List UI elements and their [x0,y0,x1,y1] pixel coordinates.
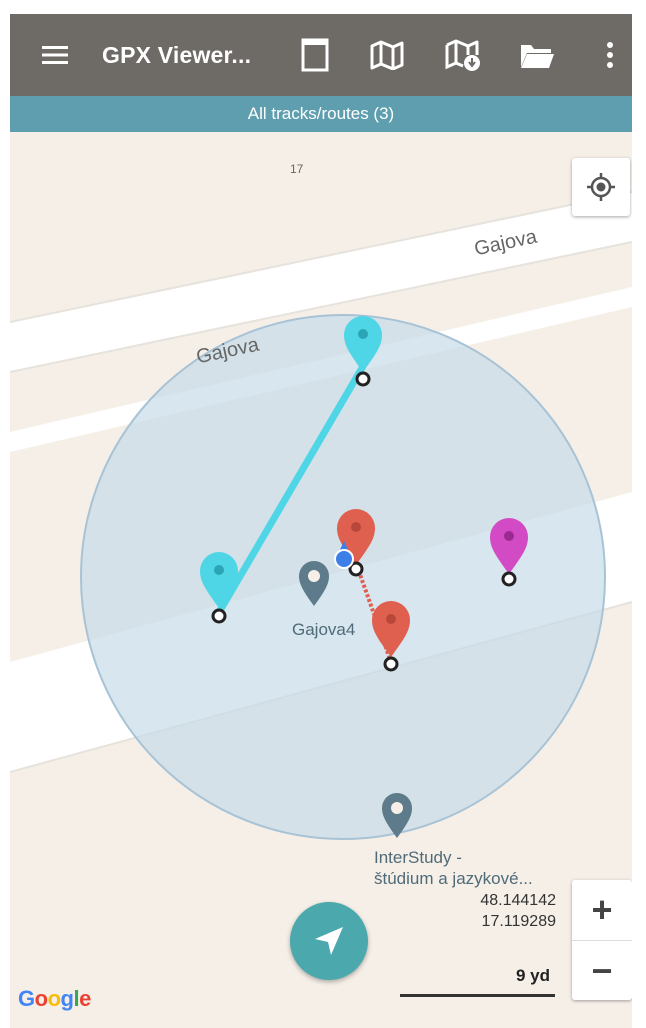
track-marker-red-end[interactable] [372,601,410,672]
app-title: GPX Viewer... [102,42,252,68]
more-vert-icon[interactable] [590,14,630,96]
scale-bar [400,994,555,997]
track-marker-cyan-end[interactable] [344,316,382,387]
folder-icon[interactable] [512,14,562,96]
navigation-arrow-icon [315,927,343,955]
longitude: 17.119289 [481,913,556,930]
poi-label-gajova4: Gajova4 [292,620,356,639]
track-marker-cyan-start[interactable] [200,552,238,624]
latitude: 48.144142 [480,892,556,909]
navigate-button[interactable] [290,902,368,980]
menu-icon[interactable] [30,14,80,96]
tile-label: 17 [290,162,304,176]
offline-map-icon[interactable] [438,14,488,96]
my-location-button[interactable] [572,158,630,216]
poi-marker-gajova4[interactable] [299,561,329,606]
scale-label: 9 yd [516,966,551,985]
zoom-controls: + − [572,880,632,1000]
poi-label-interstudy: InterStudy - štúdium a jazykové... [374,848,533,888]
app-frame: GPX Viewer... All tracks/routes (3) 17 G… [10,14,632,1028]
poi-marker-interstudy[interactable] [382,793,412,838]
page-icon[interactable] [290,14,340,96]
crosshair-icon [587,173,615,201]
zoom-out-button[interactable]: − [572,941,632,1000]
map-icon[interactable] [362,14,412,96]
track-summary-bar[interactable]: All tracks/routes (3) [10,96,632,132]
app-toolbar: GPX Viewer... [10,14,632,96]
coordinates-readout: 48.144142 17.119289 [480,890,556,932]
waypoint-marker-magenta[interactable] [490,518,528,587]
google-logo: Google [18,986,91,1011]
zoom-in-button[interactable]: + [572,880,632,940]
